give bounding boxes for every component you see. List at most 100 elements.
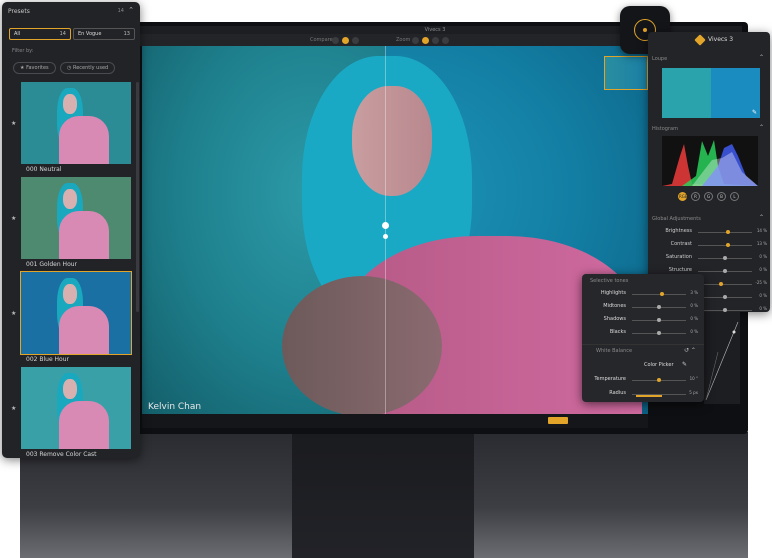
presets-count: 14	[117, 8, 124, 14]
preset-body	[59, 116, 109, 164]
temperature-value: 10 °	[689, 376, 698, 381]
tone-curve[interactable]	[704, 312, 740, 404]
zoom-fill-button[interactable]	[422, 37, 429, 44]
compare-original-button[interactable]	[352, 37, 359, 44]
radius-label: Radius	[609, 390, 626, 396]
pin-icon[interactable]: ✎	[752, 109, 757, 116]
zoom-200-button[interactable]	[442, 37, 449, 44]
presets-title: Presets	[8, 8, 30, 15]
adjustment-knob[interactable]	[723, 256, 727, 260]
color-picker-label: Color Picker	[644, 362, 674, 368]
compare-side-button[interactable]	[332, 37, 339, 44]
preset-body	[59, 306, 109, 354]
channel-button[interactable]: B	[717, 192, 726, 201]
temperature-knob[interactable]	[657, 378, 661, 382]
preset-label: 002 Blue Hour	[26, 356, 69, 363]
split-handle[interactable]	[382, 222, 389, 229]
adjustment-knob[interactable]	[718, 282, 723, 286]
favorite-star-icon[interactable]: ★	[11, 310, 16, 317]
tone-label: Blacks	[609, 329, 626, 335]
presets-scrollbar[interactable]	[136, 82, 139, 312]
adjustment-value: 0 %	[759, 267, 767, 272]
adjustment-value: 0 %	[759, 293, 767, 298]
histogram-graph	[662, 140, 758, 186]
panel-app-name: Vivecs 3	[708, 36, 734, 43]
export-button[interactable]	[548, 417, 568, 424]
adjustment-knob[interactable]	[725, 230, 730, 234]
photo-canvas[interactable]: Kelvin Chan	[142, 46, 648, 414]
filter-favorites-chip[interactable]: ★ Favorites	[13, 62, 56, 74]
chevron-up-icon[interactable]: ⌃	[759, 54, 764, 61]
favorite-star-icon[interactable]: ★	[11, 215, 16, 222]
adjustment-row: Saturation 0 %	[648, 254, 770, 264]
adjustment-value: 14 %	[756, 228, 767, 233]
split-divider[interactable]	[385, 46, 386, 414]
tone-knob[interactable]	[657, 318, 661, 322]
preset-thumbnail[interactable]	[21, 367, 131, 449]
tone-label: Highlights	[600, 290, 626, 296]
preset-label: 001 Golden Hour	[26, 261, 78, 268]
histogram-title: Histogram	[652, 126, 678, 132]
filter-favorites-label: Favorites	[26, 65, 49, 71]
tone-row: Blacks 0 %	[582, 329, 704, 339]
navigator-thumbnail[interactable]	[604, 56, 648, 90]
favorite-star-icon[interactable]: ★	[11, 405, 16, 412]
preset-thumbnail[interactable]	[21, 82, 131, 164]
tab-all-label: All	[14, 31, 21, 37]
status-bar	[142, 414, 648, 428]
loupe-title: Loupe	[652, 56, 668, 62]
face-shape	[352, 86, 432, 196]
split-handle-dot[interactable]	[383, 234, 388, 239]
adjustment-row: Brightness 14 %	[648, 228, 770, 238]
curve-panel	[704, 312, 740, 404]
adjustment-label: Saturation	[665, 254, 692, 260]
channel-button[interactable]: L	[730, 192, 739, 201]
tone-slider[interactable]	[632, 294, 686, 295]
lens-dot-icon	[643, 28, 647, 32]
filter-recent-chip[interactable]: ◷ Recently used	[60, 62, 116, 74]
chevron-up-icon[interactable]: ⌃	[759, 124, 764, 131]
radius-value: 5 px	[689, 390, 698, 395]
eyedropper-icon[interactable]: ✎	[682, 361, 687, 368]
zoom-fit-button[interactable]	[412, 37, 419, 44]
preset-body	[59, 211, 109, 259]
compare-label: Compare	[310, 37, 333, 43]
channel-button[interactable]: G	[704, 192, 713, 201]
chevron-up-icon[interactable]: ⌃	[759, 214, 764, 221]
tab-all[interactable]: All 14	[9, 28, 71, 40]
adjustment-row: Contrast 13 %	[648, 241, 770, 251]
adjustment-slider[interactable]	[698, 284, 752, 285]
channel-button[interactable]: RGB	[678, 192, 688, 201]
arm-shape	[282, 276, 442, 414]
tab-en-vogue[interactable]: En Vogue 13	[73, 28, 135, 40]
app-toolbar: Compare Zoom	[128, 34, 648, 46]
zoom-label: Zoom	[396, 37, 411, 43]
tone-knob[interactable]	[657, 305, 661, 309]
compare-split-button[interactable]	[342, 37, 349, 44]
adjustments-panel: Vivecs 3 Loupe ⌃ ✎ Histogram ⌃ RGB R G B L G…	[648, 32, 770, 312]
temperature-label: Temperature	[594, 376, 626, 382]
preset-thumbnail[interactable]	[20, 271, 132, 355]
adjustment-label: Contrast	[670, 241, 692, 247]
tone-row: Midtones 0 %	[582, 303, 704, 313]
zoom-100-button[interactable]	[432, 37, 439, 44]
tone-knob[interactable]	[657, 331, 661, 335]
preset-thumbnail[interactable]	[21, 177, 131, 259]
preset-face	[63, 284, 77, 304]
adjustment-knob[interactable]	[723, 295, 727, 299]
chevron-up-icon[interactable]: ⌃	[128, 6, 134, 14]
adjustment-slider[interactable]	[698, 245, 752, 246]
adjustment-knob[interactable]	[725, 243, 730, 247]
tab-en-vogue-label: En Vogue	[78, 31, 102, 37]
adjustment-slider[interactable]	[698, 232, 752, 233]
favorite-star-icon[interactable]: ★	[11, 120, 16, 127]
channel-button[interactable]: R	[691, 192, 700, 201]
white-balance-title: White Balance	[596, 348, 633, 354]
tone-knob[interactable]	[659, 292, 664, 296]
tone-label: Midtones	[603, 303, 626, 309]
adjustment-knob[interactable]	[723, 269, 727, 273]
radius-fill	[636, 395, 662, 397]
reset-icon[interactable]: ↺ ⌃	[684, 347, 696, 354]
preset-face	[63, 379, 77, 399]
selective-tones-title: Selective tones	[590, 278, 629, 284]
